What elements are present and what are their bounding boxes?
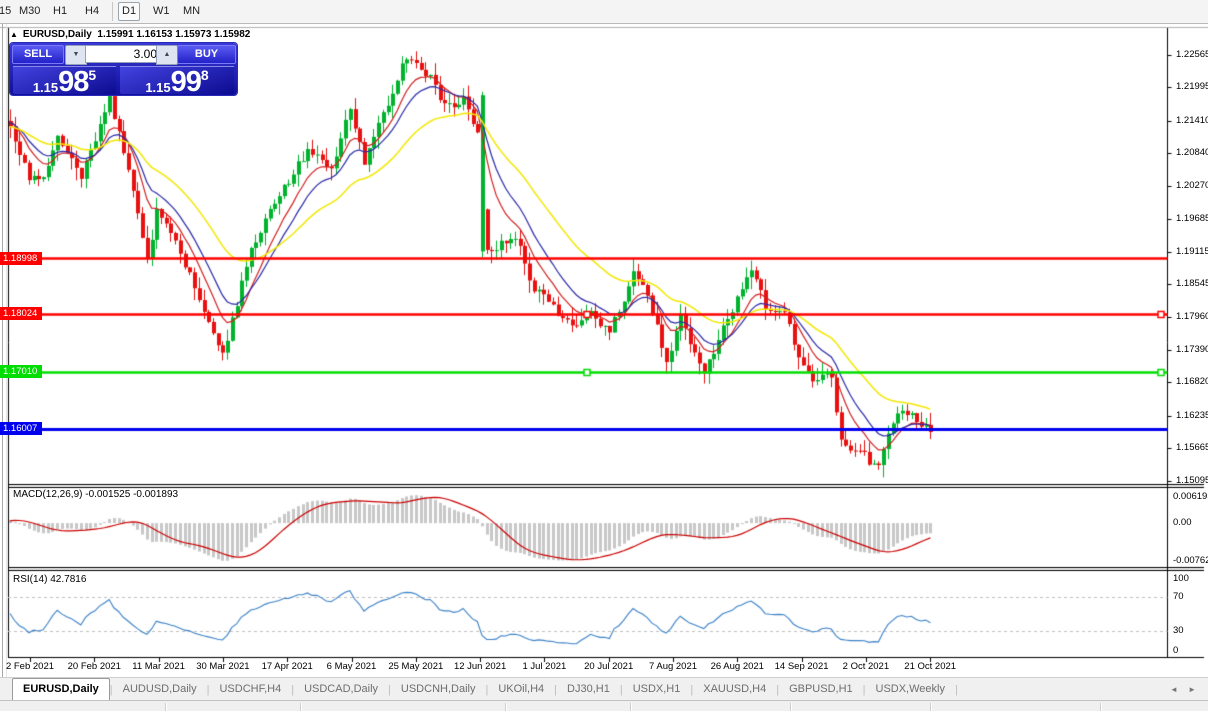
price-axis-tick: 1.17390 xyxy=(1176,344,1208,355)
date-axis-label: 7 Aug 2021 xyxy=(638,661,708,672)
chart-tab-xauusd[interactable]: XAUUSD,H4 xyxy=(693,679,776,700)
date-axis-label: 21 Oct 2021 xyxy=(895,661,965,672)
chart-tab-usdx[interactable]: USDX,H1 xyxy=(623,679,691,700)
status-bar-divider xyxy=(300,703,301,711)
chart-tab-usdx[interactable]: USDX,Weekly xyxy=(866,679,955,700)
volume-input[interactable]: 3.00 xyxy=(85,45,162,63)
price-axis-tick: 1.15665 xyxy=(1176,442,1208,453)
timeframe-button-h1[interactable]: H1 xyxy=(50,3,70,20)
timeframe-button-d1[interactable]: D1 xyxy=(118,2,140,21)
toolbar-separator xyxy=(112,2,113,21)
buy-price-pip: 8 xyxy=(201,67,209,83)
status-bar-divider xyxy=(930,703,931,711)
rsi-indicator-label: RSI(14) 42.7816 xyxy=(13,574,86,585)
hline-price-chip: 1.16007 xyxy=(0,422,42,435)
status-bar-divider xyxy=(1100,703,1101,711)
sell-price-button[interactable]: 1.15985 xyxy=(13,66,116,94)
timeframe-button-h4[interactable]: H4 xyxy=(82,3,102,20)
date-axis-label: 14 Sep 2021 xyxy=(767,661,837,672)
chart-tab-usdcnh[interactable]: USDCNH,Daily xyxy=(391,679,486,700)
rsi-value: 42.7816 xyxy=(50,574,86,585)
tab-separator: | xyxy=(955,684,958,696)
timeframe-button-w1[interactable]: W1 xyxy=(150,3,173,20)
date-axis-label: 20 Jul 2021 xyxy=(574,661,644,672)
chart-header: ▲ EURUSD,Daily 1.15991 1.16153 1.15973 1.… xyxy=(10,29,250,40)
one-click-trade-widget: SELL ▼ 3.00 ▲ BUY 1.15985 1.15998 xyxy=(10,43,237,95)
macd-axis-min: -0.00762 xyxy=(1173,555,1208,566)
chart-ohlc-values: 1.15991 1.16153 1.15973 1.15982 xyxy=(97,29,250,40)
macd-name: MACD(12,26,9) xyxy=(13,489,82,500)
timeframe-button-15[interactable]: 15 xyxy=(0,3,14,20)
chart-tab-eurusd[interactable]: EURUSD,Daily xyxy=(12,678,110,701)
price-axis-tick: 1.21995 xyxy=(1176,81,1208,92)
date-axis-label: 1 Jul 2021 xyxy=(509,661,579,672)
date-axis-label: 11 Mar 2021 xyxy=(124,661,194,672)
date-axis-label: 6 May 2021 xyxy=(317,661,387,672)
rsi-axis-tick: 70 xyxy=(1173,591,1184,602)
sell-price-pip: 5 xyxy=(88,67,96,83)
date-axis-label: 12 Jun 2021 xyxy=(445,661,515,672)
chart-tab-usdcad[interactable]: USDCAD,Daily xyxy=(294,679,388,700)
timeframe-button-mn[interactable]: MN xyxy=(180,3,203,20)
date-axis-label: 17 Apr 2021 xyxy=(252,661,322,672)
price-axis-tick: 1.16820 xyxy=(1176,376,1208,387)
buy-button[interactable]: BUY xyxy=(177,45,236,64)
price-axis-tick: 1.15095 xyxy=(1176,475,1208,486)
price-axis-tick: 1.18545 xyxy=(1176,278,1208,289)
chart-tab-audusd[interactable]: AUDUSD,Daily xyxy=(113,679,207,700)
price-axis-tick: 1.17960 xyxy=(1176,311,1208,322)
status-bar-divider xyxy=(165,703,166,711)
mt4-terminal: 15M30 H1 H4 D1 W1 MN ▲ EURUSD,Daily 1.15991 1.… xyxy=(0,0,1208,711)
status-bar-divider xyxy=(790,703,791,711)
rsi-axis-tick: 100 xyxy=(1173,573,1189,584)
hline-price-chip: 1.18024 xyxy=(0,307,42,320)
chart-tab-dj30[interactable]: DJ30,H1 xyxy=(557,679,620,700)
buy-price-prefix: 1.15 xyxy=(145,80,170,95)
rsi-axis-tick: 30 xyxy=(1173,625,1184,636)
price-axis-tick: 1.21410 xyxy=(1176,115,1208,126)
volume-decrease-button[interactable]: ▼ xyxy=(65,45,87,65)
symbol-tab-bar: EURUSD,Daily|AUDUSD,Daily|USDCHF,H4|USDC… xyxy=(0,677,1208,701)
buy-price-button[interactable]: 1.15998 xyxy=(120,66,234,94)
sell-price-prefix: 1.15 xyxy=(33,80,58,95)
date-axis-label: 30 Mar 2021 xyxy=(188,661,258,672)
chart-tab-gbpusd[interactable]: GBPUSD,H1 xyxy=(779,679,863,700)
chart-canvas[interactable] xyxy=(0,0,1208,711)
price-axis-tick: 1.19115 xyxy=(1176,246,1208,257)
status-bar-divider xyxy=(505,703,506,711)
hline-price-chip: 1.18998 xyxy=(0,252,42,265)
rsi-axis-tick: 0 xyxy=(1173,645,1178,656)
status-bar xyxy=(0,700,1208,711)
window-frame-left xyxy=(2,24,7,700)
timeframe-toolbar: 15M30 H1 H4 D1 W1 MN xyxy=(0,0,1208,24)
sell-button[interactable]: SELL xyxy=(12,45,64,64)
collapse-triangle-icon[interactable]: ▲ xyxy=(10,30,18,39)
hline-price-chip: 1.17010 xyxy=(0,365,42,378)
date-axis-label: 2 Feb 2021 xyxy=(0,661,65,672)
date-axis-label: 26 Aug 2021 xyxy=(702,661,772,672)
macd-axis-max: 0.006193 xyxy=(1173,491,1208,502)
date-axis-label: 20 Feb 2021 xyxy=(59,661,129,672)
macd-axis-zero: 0.00 xyxy=(1173,517,1192,528)
rsi-name: RSI(14) xyxy=(13,574,47,585)
chart-tab-ukoil[interactable]: UKOil,H4 xyxy=(488,679,554,700)
status-bar-divider xyxy=(630,703,631,711)
timeframe-button-m30[interactable]: M30 xyxy=(16,3,43,20)
price-axis-tick: 1.20270 xyxy=(1176,180,1208,191)
price-axis-tick: 1.22565 xyxy=(1176,49,1208,60)
price-axis-tick: 1.20840 xyxy=(1176,147,1208,158)
date-axis-label: 2 Oct 2021 xyxy=(831,661,901,672)
volume-increase-button[interactable]: ▲ xyxy=(156,45,178,65)
buy-price-main: 99 xyxy=(171,66,201,98)
tab-scroll-arrows[interactable]: ◄ ► xyxy=(1170,685,1200,694)
chart-symbol-label: EURUSD,Daily xyxy=(23,29,92,40)
macd-values: -0.001525 -0.001893 xyxy=(85,489,178,500)
chart-tab-usdchf[interactable]: USDCHF,H4 xyxy=(209,679,291,700)
date-axis-label: 25 May 2021 xyxy=(381,661,451,672)
price-axis-tick: 1.19685 xyxy=(1176,213,1208,224)
price-axis-tick: 1.16235 xyxy=(1176,410,1208,421)
sell-price-main: 98 xyxy=(58,66,88,98)
macd-indicator-label: MACD(12,26,9) -0.001525 -0.001893 xyxy=(13,489,178,500)
